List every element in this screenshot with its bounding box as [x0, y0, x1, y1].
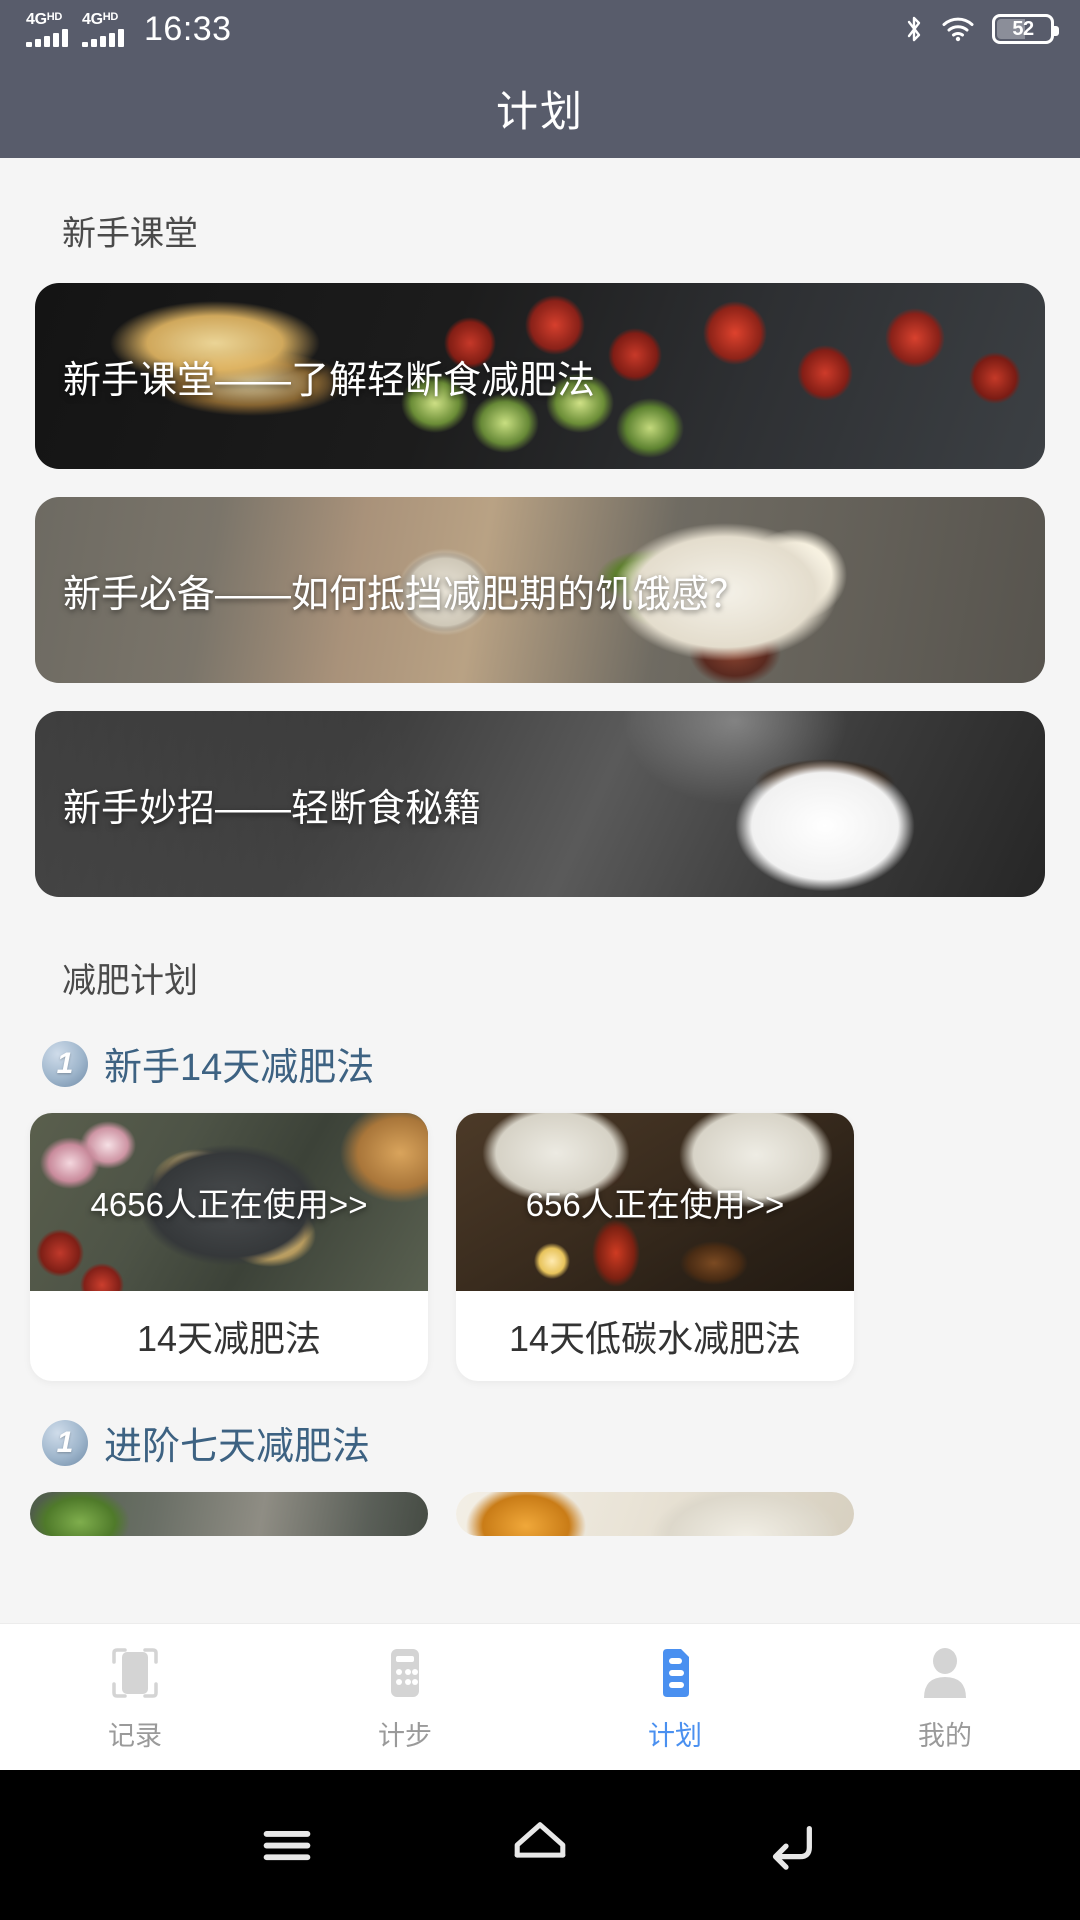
plan-group-2-row: [30, 1492, 1080, 1536]
lesson-card-1[interactable]: 新手课堂——了解轻断食减肥法: [35, 283, 1045, 469]
pedometer-icon: [374, 1642, 436, 1704]
signal-indicator-sim1: 4GHD: [26, 12, 68, 47]
lesson-card-1-title: 新手课堂——了解轻断食减肥法: [63, 349, 595, 404]
tab-record-label: 记录: [108, 1714, 162, 1753]
app-header: 计划: [0, 58, 1080, 158]
lesson-card-3-title: 新手妙招——轻断食秘籍: [63, 777, 481, 832]
signal-bars-sim1: [26, 29, 68, 47]
network-type-label-sim1: 4GHD: [26, 12, 62, 28]
plan-card-7day-a[interactable]: [30, 1492, 428, 1536]
page-title: 计划: [496, 78, 584, 139]
plan-group-2-label: 进阶七天减肥法: [104, 1415, 370, 1470]
status-bar: 4GHD 4GHD 16:33 52: [0, 0, 1080, 58]
plan-card-14day-name: 14天减肥法: [30, 1291, 428, 1381]
plan-card-7day-a-image: [30, 1492, 428, 1536]
plan-group-1-label: 新手14天减肥法: [104, 1036, 374, 1091]
plan-group-2-header: 1 进阶七天减肥法: [42, 1415, 1080, 1470]
system-navigation-bar: [0, 1770, 1080, 1920]
network-type-label-sim2: 4GHD: [82, 12, 118, 28]
plan-card-14day-users: 4656人正在使用>>: [91, 1178, 368, 1226]
back-icon[interactable]: [753, 1805, 833, 1885]
tab-pedometer[interactable]: 计步: [270, 1642, 540, 1753]
menu-icon[interactable]: [247, 1805, 327, 1885]
section-title-lessons: 新手课堂: [62, 206, 1080, 255]
section-title-plans: 减肥计划: [62, 953, 1080, 1002]
scan-frame-icon: [104, 1642, 166, 1704]
tab-plan-label: 计划: [648, 1714, 702, 1753]
plan-group-2-number-badge: 1: [42, 1420, 88, 1466]
status-bar-right: 52: [904, 14, 1054, 44]
battery-indicator: 52: [992, 14, 1054, 44]
status-bar-clock: 16:33: [144, 10, 232, 49]
wifi-icon: [941, 16, 975, 42]
lesson-card-2[interactable]: 新手必备——如何抵挡减肥期的饥饿感？: [35, 497, 1045, 683]
plan-card-14day-lowcarb-name: 14天低碳水减肥法: [456, 1291, 854, 1381]
home-icon[interactable]: [500, 1805, 580, 1885]
plan-card-14day[interactable]: 4656人正在使用>> 14天减肥法: [30, 1113, 428, 1381]
phone-screen: 4GHD 4GHD 16:33 52: [0, 0, 1080, 1920]
plan-card-14day-lowcarb-users: 656人正在使用>>: [526, 1178, 785, 1226]
plan-card-7day-b-image: [456, 1492, 854, 1536]
main-content[interactable]: 新手课堂 新手课堂——了解轻断食减肥法 新手必备——如何抵挡减肥期的饥饿感？ 新…: [0, 158, 1080, 1696]
plan-card-14day-lowcarb-image: 656人正在使用>>: [456, 1113, 854, 1291]
signal-bars-sim2: [82, 29, 124, 47]
lesson-card-2-title: 新手必备——如何抵挡减肥期的饥饿感？: [63, 563, 747, 618]
tab-plan[interactable]: 计划: [540, 1642, 810, 1753]
tab-profile-label: 我的: [918, 1714, 972, 1753]
tab-record[interactable]: 记录: [0, 1642, 270, 1753]
tab-profile[interactable]: 我的: [810, 1642, 1080, 1753]
signal-indicator-sim2: 4GHD: [82, 12, 124, 47]
tab-pedometer-label: 计步: [378, 1714, 432, 1753]
plan-card-14day-lowcarb[interactable]: 656人正在使用>> 14天低碳水减肥法: [456, 1113, 854, 1381]
plan-card-14day-image: 4656人正在使用>>: [30, 1113, 428, 1291]
status-bar-left: 4GHD 4GHD 16:33: [26, 10, 232, 49]
plan-group-1-header: 1 新手14天减肥法: [42, 1036, 1080, 1091]
plan-group-1-row: 4656人正在使用>> 14天减肥法 656人正在使用>> 14天低碳水减肥法: [30, 1113, 1080, 1381]
bottom-tab-bar: 记录 计步: [0, 1623, 1080, 1770]
person-icon: [914, 1642, 976, 1704]
plan-group-1-number-badge: 1: [42, 1041, 88, 1087]
lesson-card-3[interactable]: 新手妙招——轻断食秘籍: [35, 711, 1045, 897]
document-list-icon: [644, 1642, 706, 1704]
plan-card-7day-b[interactable]: [456, 1492, 854, 1536]
bluetooth-icon: [904, 14, 924, 44]
battery-percent-label: 52: [1012, 18, 1033, 41]
